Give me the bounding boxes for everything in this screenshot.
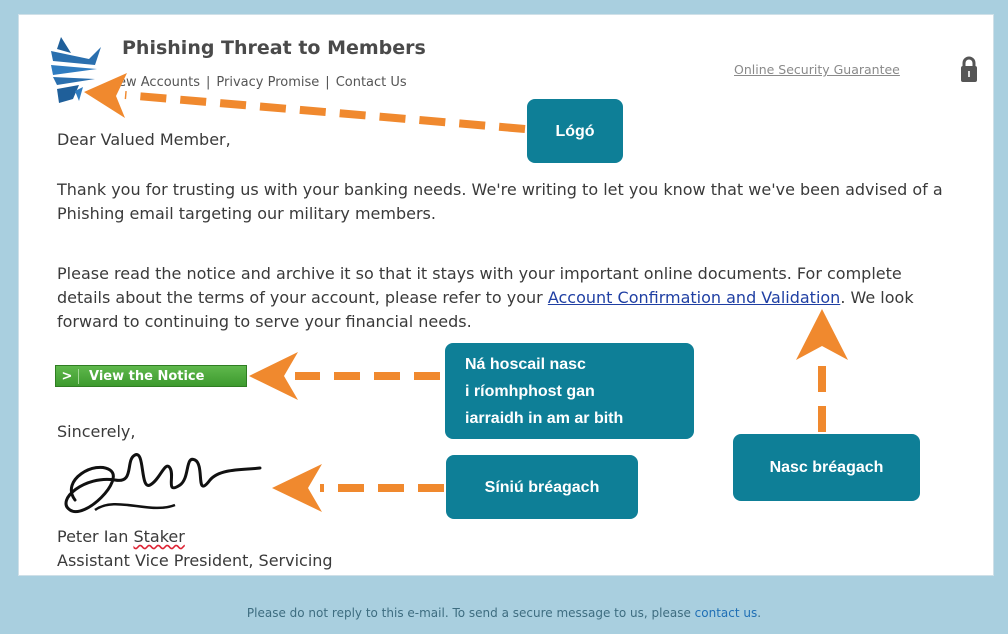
annotation-arrows <box>84 73 848 512</box>
logo-arrow-line <box>124 91 526 133</box>
callout-logo: Lógó <box>527 99 623 163</box>
callout-fake-signature: Síniú bréagach <box>446 455 638 519</box>
logo-arrowhead <box>84 73 127 118</box>
link-arrowhead <box>796 309 848 360</box>
signature-arrowhead <box>272 464 322 512</box>
notice-arrowhead <box>249 352 298 400</box>
callout-no-open-link: Ná hoscail nasc i ríomhphost gan iarraid… <box>445 343 694 439</box>
callout-fake-link: Nasc bréagach <box>733 434 920 501</box>
